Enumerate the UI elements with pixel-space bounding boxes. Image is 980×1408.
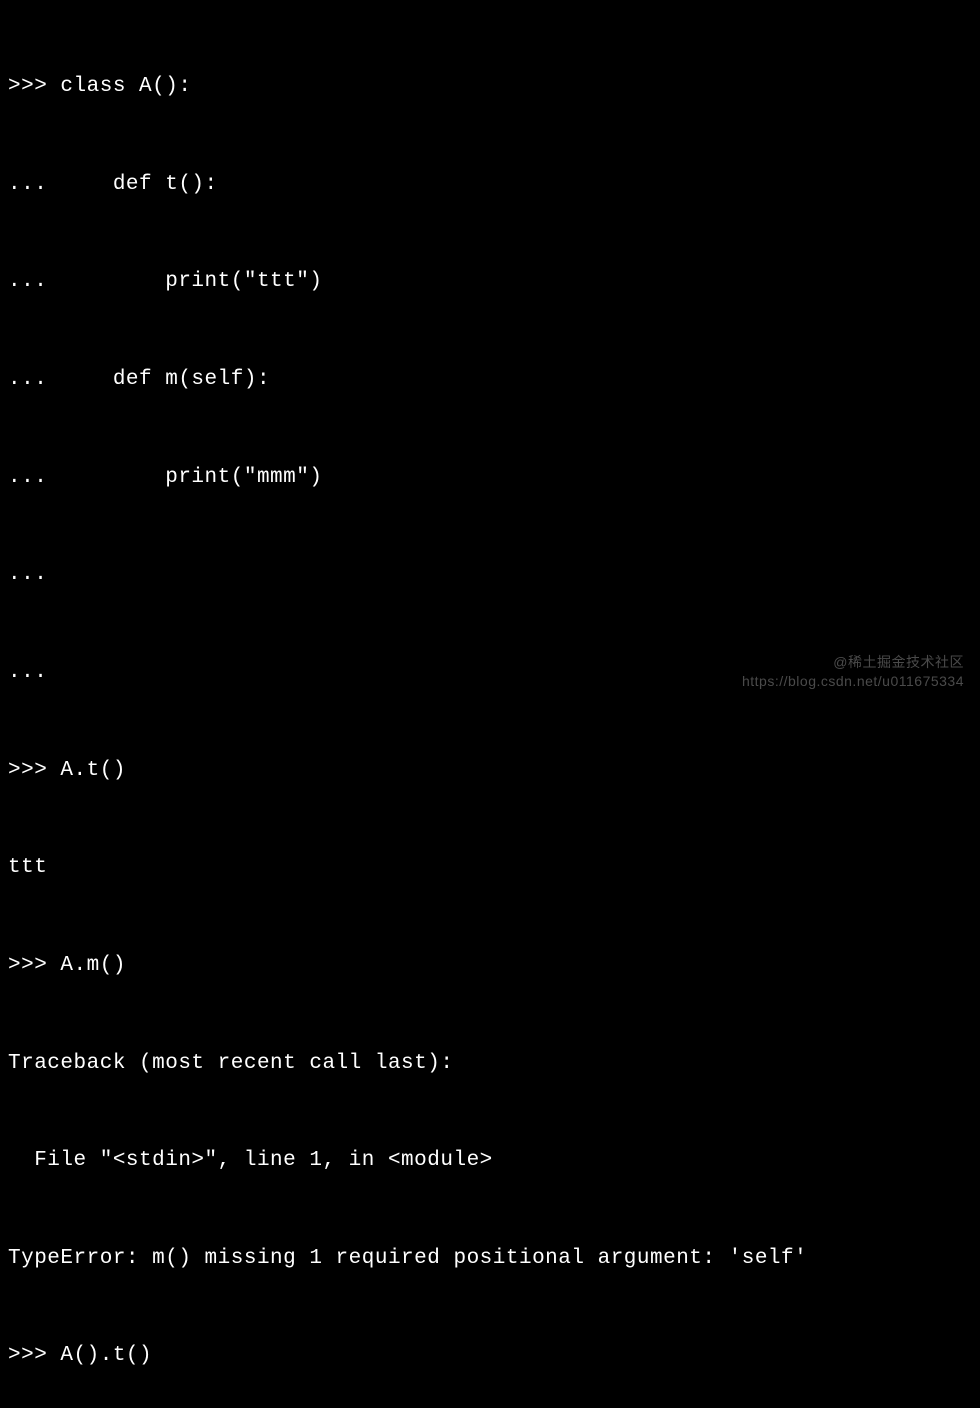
terminal-line: >>> A().t() (8, 1340, 972, 1373)
watermark-community: @稀土掘金技术社区 (742, 653, 964, 673)
watermark: @稀土掘金技术社区 https://blog.csdn.net/u0116753… (742, 653, 964, 692)
terminal-line: ... def m(self): (8, 364, 972, 397)
terminal-line: >>> A.t() (8, 755, 972, 788)
terminal-line: Traceback (most recent call last): (8, 1048, 972, 1081)
terminal-line: File "<stdin>", line 1, in <module> (8, 1145, 972, 1178)
terminal-line: >>> class A(): (8, 71, 972, 104)
watermark-url: https://blog.csdn.net/u011675334 (742, 672, 964, 692)
terminal-line: ... def t(): (8, 169, 972, 202)
terminal-line: ... print("mmm") (8, 462, 972, 495)
terminal-line: TypeError: m() missing 1 required positi… (8, 1243, 972, 1276)
terminal-line: ... (8, 559, 972, 592)
terminal-line: ttt (8, 852, 972, 885)
terminal-output: >>> class A(): ... def t(): ... print("t… (8, 6, 972, 1408)
terminal-line: ... print("ttt") (8, 266, 972, 299)
terminal-line: >>> A.m() (8, 950, 972, 983)
